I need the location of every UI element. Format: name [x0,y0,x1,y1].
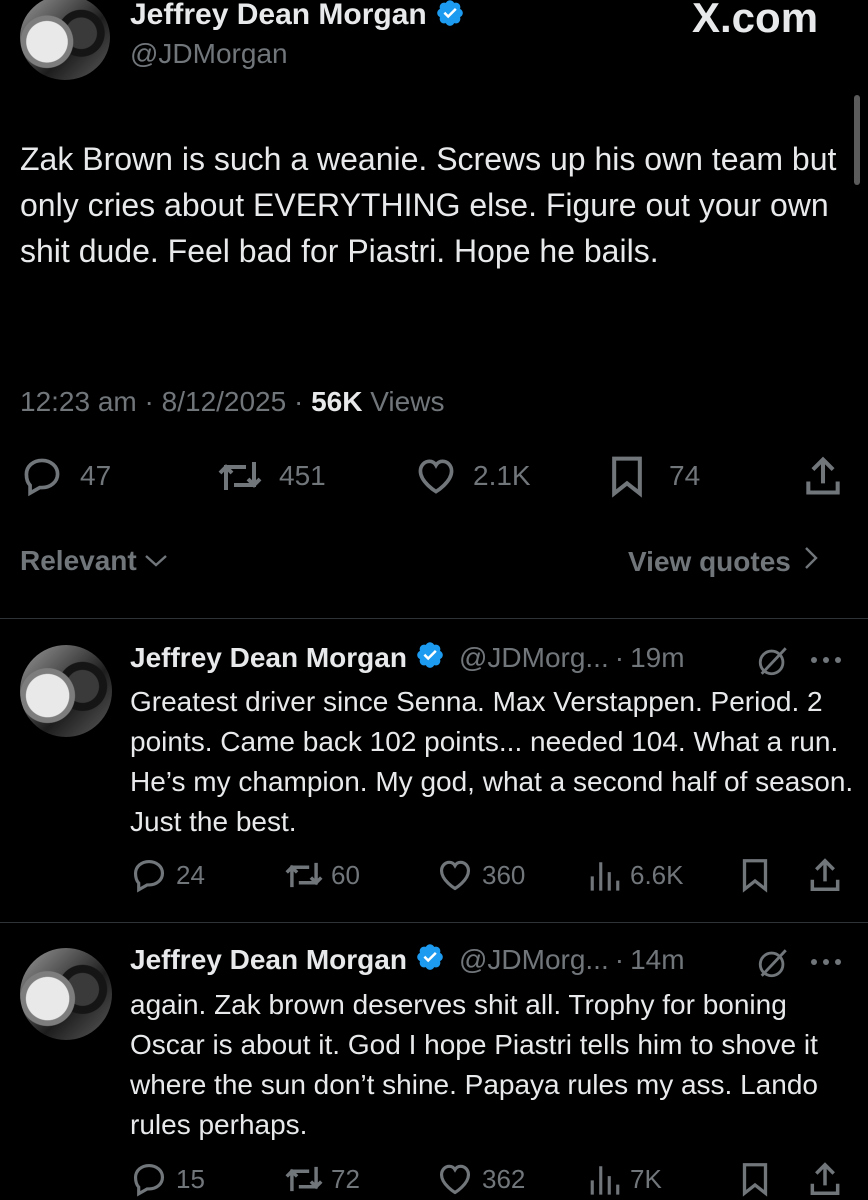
repost-count: 451 [279,460,326,491]
meta-separator: · [614,943,625,975]
avatar[interactable] [20,0,110,80]
chevron-right-icon [803,545,819,578]
share-icon [808,856,842,894]
repost-button[interactable]: 451 [215,454,326,498]
reply-header: Jeffrey Dean Morgan @JDMorg... · 19m [130,640,685,675]
reply-text: Greatest driver since Senna. Max Verstap… [130,686,854,837]
bookmark-icon [740,856,770,894]
x-logo-watermark: X.com [692,0,819,41]
bookmark-count: 74 [669,460,701,491]
bookmark-icon [607,454,647,498]
reply-icon [20,454,64,498]
views-button[interactable]: 6.6K [588,856,684,894]
sort-dropdown[interactable]: Relevant [20,545,169,577]
like-button[interactable]: 2.1K [413,454,531,498]
tweet-text: Zak Brown is such a weanie. Screws up hi… [20,141,837,269]
author-name-row: Jeffrey Dean Morgan [130,0,465,33]
tweet-time[interactable]: 12:23 am [20,386,137,417]
reply-time[interactable]: 19m [630,642,684,674]
reply-header: Jeffrey Dean Morgan @JDMorg... · 14m [130,942,685,977]
author-name[interactable]: Jeffrey Dean Morgan [130,944,407,976]
grok-icon[interactable] [755,946,791,985]
divider [0,922,868,923]
author-name[interactable]: Jeffrey Dean Morgan [130,0,427,31]
bookmark-button[interactable]: 74 [607,454,700,498]
views-button[interactable]: 7K [588,1160,662,1198]
grok-icon[interactable] [755,644,791,683]
bookmark-button[interactable] [740,856,770,894]
view-quotes-link[interactable]: View quotes [628,545,819,578]
author-name[interactable]: Jeffrey Dean Morgan [130,642,407,674]
views-count: 56K [311,386,363,417]
meta-separator: · [614,641,625,673]
avatar[interactable] [20,948,112,1040]
author-handle[interactable]: @JDMorg... [459,642,609,674]
share-button[interactable] [804,454,842,498]
more-options-icon[interactable] [808,648,844,677]
author-handle[interactable]: @JDMorgan [130,38,288,70]
repost-count: 60 [331,859,360,890]
share-icon [808,1160,842,1198]
repost-icon [283,1160,325,1198]
repost-count: 72 [331,1163,360,1194]
analytics-icon [588,856,622,894]
heart-icon [436,1160,474,1198]
reply-button[interactable]: 15 [130,1160,205,1198]
like-button[interactable]: 362 [436,1160,525,1198]
analytics-icon [588,1160,622,1198]
meta-separator: · [294,386,304,417]
repost-button[interactable]: 72 [283,1160,360,1198]
author-handle[interactable]: @JDMorg... [459,944,609,976]
bookmark-button[interactable] [740,1160,770,1198]
reply-time[interactable]: 14m [630,944,684,976]
tweet-meta: 12:23 am · 8/12/2025 · 56K Views [20,386,444,418]
bookmark-icon [740,1160,770,1198]
sort-label: Relevant [20,545,137,576]
reply-icon [130,1160,168,1198]
meta-separator: · [144,386,154,417]
reply-count: 24 [176,859,205,890]
share-icon [804,454,842,498]
reply-count: 15 [176,1163,205,1194]
repost-button[interactable]: 60 [283,856,360,894]
like-count: 360 [482,859,526,890]
reply-text: again. Zak brown deserves shit all. Trop… [130,989,818,1140]
like-count: 362 [482,1163,526,1194]
verified-badge-icon [415,942,445,977]
views-count: 6.6K [630,859,684,890]
share-button[interactable] [808,1160,842,1198]
heart-icon [436,856,474,894]
chevron-down-icon [143,545,169,577]
tweet-date[interactable]: 8/12/2025 [162,386,287,417]
verified-badge-icon [435,0,465,33]
share-button[interactable] [808,856,842,894]
repost-icon [215,454,265,498]
views-count: 7K [630,1163,662,1194]
repost-icon [283,856,325,894]
like-button[interactable]: 360 [436,856,525,894]
heart-icon [413,454,459,498]
reply-button[interactable]: 47 [20,454,111,498]
divider [0,618,868,619]
like-count: 2.1K [473,460,531,491]
views-label: Views [370,386,445,417]
reply-icon [130,856,168,894]
reply-button[interactable]: 24 [130,856,205,894]
more-options-icon[interactable] [808,950,844,979]
avatar[interactable] [20,645,112,737]
verified-badge-icon [415,640,445,675]
view-quotes-label: View quotes [628,545,791,577]
reply-count: 47 [80,460,112,491]
